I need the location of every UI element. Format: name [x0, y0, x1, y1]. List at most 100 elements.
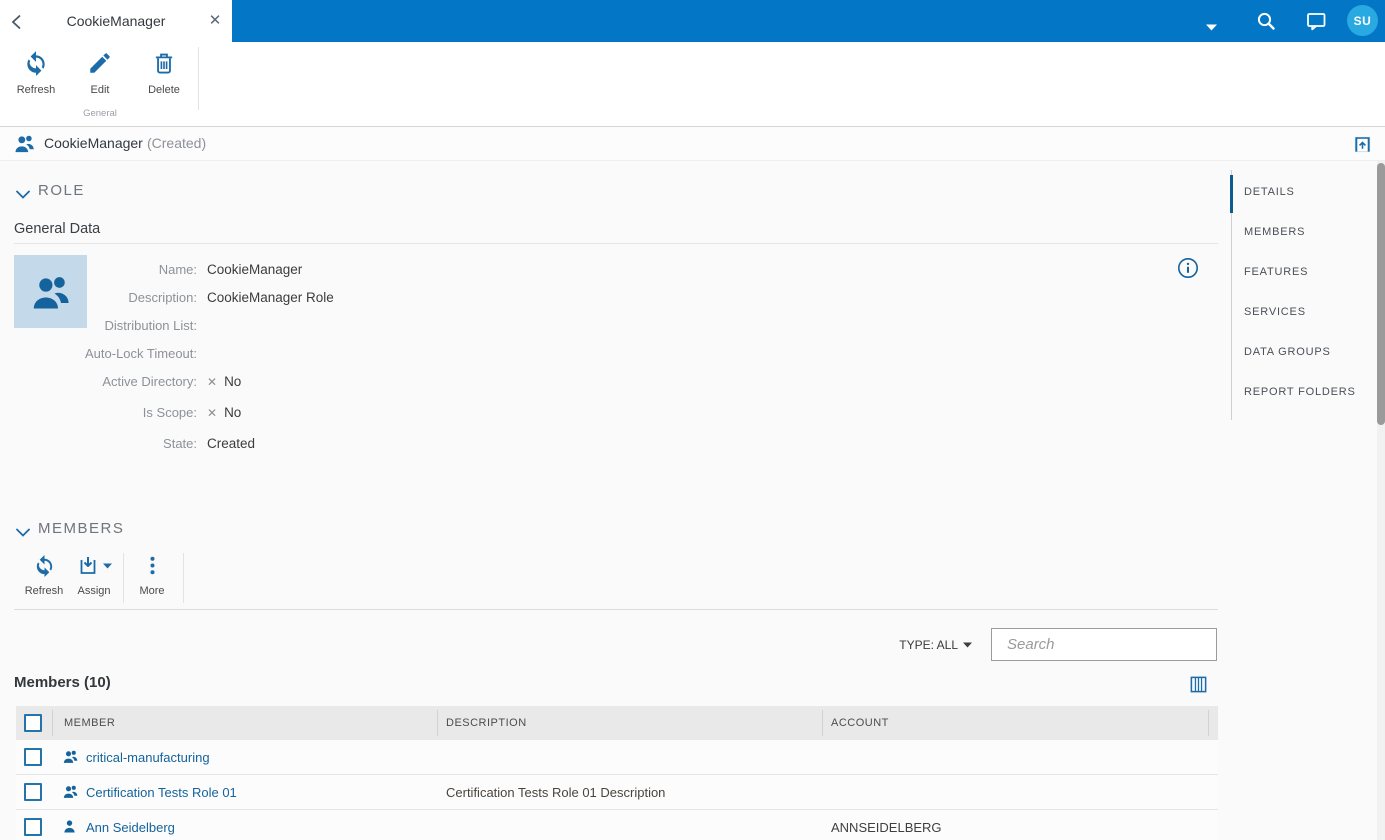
- members-table-title: Members (10): [14, 674, 111, 691]
- members-toolbar-divider: [183, 553, 184, 603]
- table-row[interactable]: Certification Tests Role 01 Certificatio…: [16, 775, 1218, 810]
- refresh-button[interactable]: Refresh: [8, 50, 64, 96]
- column-separator: [52, 710, 53, 736]
- members-assign-button[interactable]: Assign: [67, 554, 121, 597]
- column-header-member[interactable]: MEMBER: [64, 717, 115, 729]
- role-section-collapse-icon[interactable]: [16, 186, 30, 204]
- column-header-account[interactable]: ACCOUNT: [831, 717, 889, 729]
- feedback-chat-icon[interactable]: [1304, 9, 1328, 38]
- role-icon: [13, 133, 36, 159]
- step-nav-active-indicator: [1230, 175, 1233, 213]
- global-search-icon[interactable]: [1254, 9, 1278, 38]
- top-blue-bar: SU: [232, 0, 1385, 42]
- collapse-panel-icon[interactable]: [1353, 135, 1372, 159]
- nav-item-services[interactable]: SERVICES: [1244, 306, 1374, 322]
- type-filter-caret-icon: [963, 642, 972, 648]
- user-icon: [62, 819, 77, 839]
- nav-item-report-folders[interactable]: REPORT FOLDERS: [1244, 386, 1374, 402]
- members-more-label: More: [139, 585, 165, 597]
- refresh-icon: [27, 51, 45, 76]
- field-description-value: CookieManager Role: [207, 290, 334, 305]
- top-bar: CookieManager ✕ SU: [0, 0, 1385, 42]
- field-state: State: Created: [0, 436, 700, 454]
- field-active-directory-label: Active Directory:: [102, 374, 197, 389]
- page-scrollbar-thumb[interactable]: [1377, 163, 1385, 425]
- column-separator: [437, 710, 438, 736]
- user-avatar[interactable]: SU: [1347, 5, 1378, 36]
- row-checkbox[interactable]: [24, 748, 42, 766]
- type-filter-dropdown[interactable]: TYPE: ALL: [886, 638, 972, 652]
- member-link[interactable]: critical-manufacturing: [86, 750, 210, 765]
- field-distribution-list-label: Distribution List:: [104, 318, 197, 333]
- members-toolbar-bottom-divider: [14, 609, 1218, 610]
- edit-label: Edit: [90, 84, 110, 96]
- nav-item-details[interactable]: DETAILS: [1244, 186, 1374, 202]
- members-refresh-label: Refresh: [24, 585, 64, 597]
- column-header-description[interactable]: DESCRIPTION: [446, 717, 527, 729]
- field-active-directory-text: No: [224, 374, 242, 389]
- field-is-scope-label: Is Scope:: [142, 405, 197, 420]
- member-link[interactable]: Certification Tests Role 01: [86, 785, 237, 800]
- row-checkbox[interactable]: [24, 818, 42, 836]
- table-row[interactable]: critical-manufacturing: [16, 740, 1218, 775]
- nav-item-data-groups[interactable]: DATA GROUPS: [1244, 346, 1374, 362]
- members-assign-label: Assign: [77, 585, 111, 597]
- members-section-collapse-icon[interactable]: [16, 524, 30, 542]
- field-active-directory-value: ✕ No: [207, 374, 241, 389]
- member-description: Certification Tests Role 01 Description: [446, 785, 666, 800]
- field-description-label: Description:: [128, 290, 197, 305]
- delete-button[interactable]: Delete: [136, 50, 192, 96]
- entity-title-bar: CookieManager (Created): [0, 126, 1385, 161]
- info-icon: [1178, 258, 1198, 278]
- general-data-heading: General Data: [14, 221, 101, 237]
- column-separator: [822, 710, 823, 736]
- nav-item-members[interactable]: MEMBERS: [1244, 226, 1374, 242]
- members-refresh-button[interactable]: Refresh: [17, 554, 71, 597]
- assign-caret-icon: [102, 563, 112, 569]
- field-distribution-list: Distribution List:: [0, 318, 700, 336]
- field-state-value: Created: [207, 436, 256, 451]
- nav-item-features[interactable]: FEATURES: [1244, 266, 1374, 282]
- back-button[interactable]: [8, 12, 28, 32]
- members-search-input[interactable]: [1007, 636, 1208, 653]
- members-table-header: MEMBER DESCRIPTION ACCOUNT: [16, 706, 1218, 740]
- edit-button[interactable]: Edit: [72, 50, 128, 96]
- type-filter-label: TYPE: ALL: [899, 638, 958, 652]
- members-more-button[interactable]: More: [125, 554, 179, 597]
- field-auto-lock-timeout: Auto-Lock Timeout:: [0, 346, 700, 364]
- member-link[interactable]: Ann Seidelberg: [86, 820, 175, 835]
- toolbar-group-label: General: [83, 108, 117, 119]
- members-section-heading: MEMBERS: [38, 520, 125, 537]
- members-toolbar-divider: [123, 553, 124, 603]
- field-name-label: Name:: [158, 262, 197, 277]
- entity-state: (Created): [147, 135, 207, 151]
- back-chevron-icon: [11, 14, 21, 30]
- page-title: CookieManager: [44, 135, 143, 151]
- delete-trash-icon: [155, 53, 173, 74]
- more-dots-icon: [149, 556, 155, 575]
- info-button[interactable]: [1177, 257, 1199, 279]
- field-state-label: State:: [163, 436, 197, 451]
- table-row[interactable]: Ann Seidelberg ANNSEIDELBERG: [16, 810, 1218, 840]
- tab-close-icon[interactable]: ✕: [206, 11, 224, 31]
- role-icon: [62, 784, 79, 804]
- refresh-label: Refresh: [16, 84, 56, 96]
- x-mark-icon: ✕: [207, 406, 218, 420]
- edit-pencil-icon: [90, 53, 110, 73]
- field-name: Name: CookieManager: [0, 262, 700, 280]
- toolbar-divider: [198, 47, 199, 110]
- role-icon: [62, 749, 79, 769]
- row-checkbox[interactable]: [24, 783, 42, 801]
- select-all-checkbox[interactable]: [24, 714, 42, 732]
- column-separator: [1208, 710, 1209, 736]
- field-is-scope-text: No: [224, 405, 242, 420]
- field-auto-lock-timeout-label: Auto-Lock Timeout:: [85, 346, 197, 361]
- detail-page-content: ROLE General Data Name: CookieManager De…: [0, 161, 1385, 840]
- x-mark-icon: ✕: [207, 375, 218, 389]
- general-data-divider: [14, 243, 1218, 244]
- menu-caret-icon[interactable]: [1206, 18, 1217, 36]
- tab-strip: CookieManager ✕: [0, 0, 232, 42]
- column-chooser-icon[interactable]: [1189, 675, 1208, 699]
- members-table: MEMBER DESCRIPTION ACCOUNT critical-manu…: [16, 706, 1218, 840]
- tab-cookiemanager[interactable]: CookieManager: [36, 13, 196, 29]
